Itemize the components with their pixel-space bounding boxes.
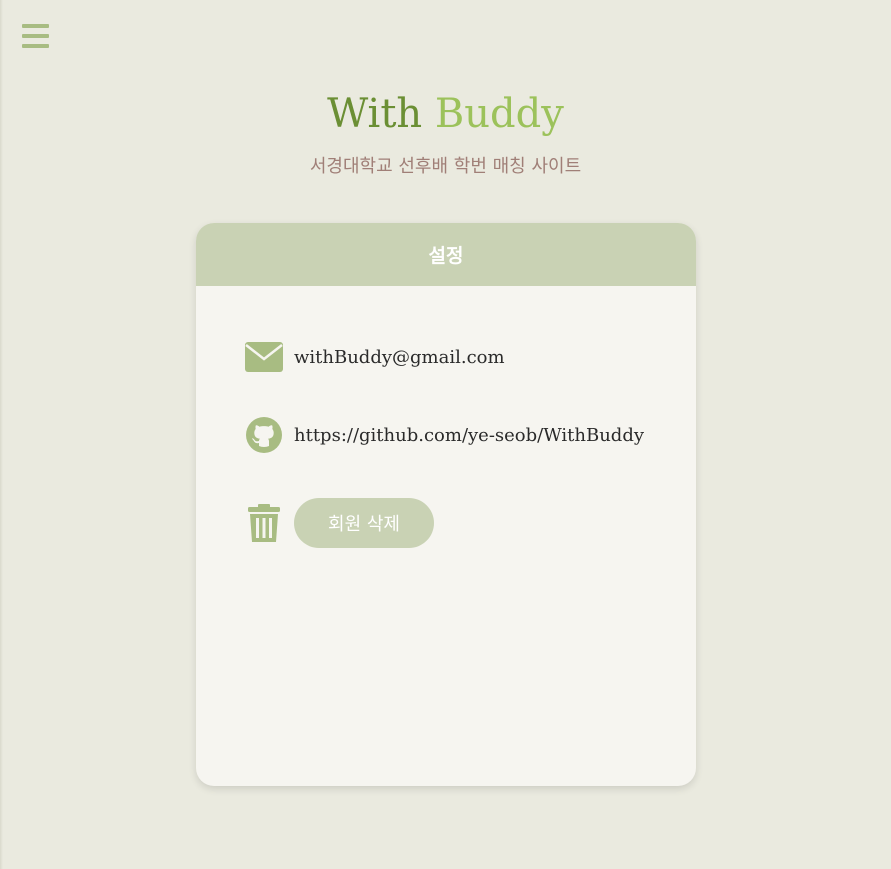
site-title: With Buddy: [0, 90, 891, 138]
github-icon: [245, 416, 283, 454]
envelope-icon: [245, 338, 283, 376]
site-title-buddy: Buddy: [434, 91, 564, 137]
menu-bar: [22, 24, 49, 28]
settings-title: 설정: [428, 245, 464, 267]
site-title-with: With: [327, 91, 423, 137]
settings-card: 설정 withBuddy@gmail.com https://github.co…: [196, 223, 696, 786]
delete-account-button[interactable]: 회원 삭제: [294, 498, 434, 548]
delete-account-row: 회원 삭제: [245, 498, 434, 548]
github-row: https://github.com/ye-seob/WithBuddy: [245, 416, 644, 454]
settings-card-header: 설정: [196, 223, 696, 286]
menu-bar: [22, 34, 49, 38]
contact-email: withBuddy@gmail.com: [294, 346, 505, 368]
github-link[interactable]: https://github.com/ye-seob/WithBuddy: [294, 425, 644, 446]
trash-icon: [245, 504, 283, 542]
email-row: withBuddy@gmail.com: [245, 338, 505, 376]
hamburger-menu-icon[interactable]: [22, 24, 49, 48]
site-subtitle: 서경대학교 선후배 학번 매칭 사이트: [309, 156, 582, 177]
menu-bar: [22, 44, 49, 48]
